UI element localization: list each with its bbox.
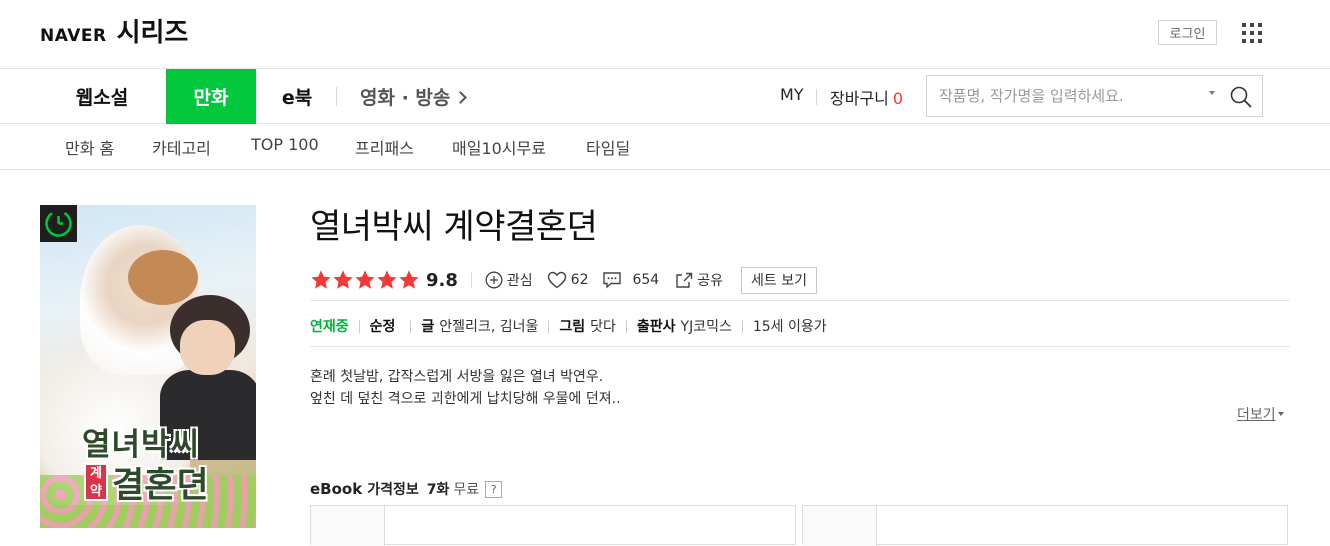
interest-label: 관심 [506,273,533,289]
main-nav: 웹소설 만화 e북 영화 · 방송 MY 장바구니 0 [0,69,1330,124]
search-dropdown-icon[interactable] [1209,91,1215,95]
caret-down-icon [1277,412,1284,416]
publisher-label: 출판사 [636,319,676,335]
synopsis: 혼례 첫날밤, 갑작스럽게 서방을 잃은 열녀 박연우. 엎친 데 덮친 격으로… [310,366,621,410]
tab-movie[interactable]: 영화 · 방송 [360,69,480,124]
age-rating: 15세 이용가 [752,319,827,335]
sub-nav: 만화 홈 카테고리 TOP 100 프리패스 매일10시무료 타임딜 [0,124,1330,170]
like-button[interactable]: 62 [547,271,589,289]
divider [310,300,1290,301]
subnav-daily-free[interactable]: 매일10시무료 [452,135,546,159]
price-option-box[interactable] [802,505,1288,546]
naver-logo-text: NAVER [40,26,107,46]
series-logo-text: 시리즈 [116,18,189,48]
price-info-label: 가격정보 [367,482,419,498]
synopsis-line: 엎친 데 덮친 격으로 괴한에게 납치당해 우물에 던져.. [310,391,621,407]
page-title: 열녀박씨 계약결혼뎐 [310,207,598,247]
clock-icon [45,210,72,237]
ebook-label: eBook [310,480,363,498]
comment-icon [603,272,622,289]
more-label: 더보기 [1237,407,1276,423]
tab-webnovel[interactable]: 웹소설 [52,69,152,124]
genre: 순정 [369,319,396,335]
search-icon[interactable] [1230,86,1252,108]
interest-button[interactable]: 관심 [485,270,533,290]
price-info-heading: eBook 가격정보 7화 무료 ? [310,479,503,499]
free-label: 무료 [453,482,480,498]
writer-label: 글 [421,319,435,335]
share-button[interactable]: 공유 [675,270,723,290]
comment-button[interactable]: 654 [602,271,659,289]
cart-count: 0 [892,89,904,108]
heart-icon [547,271,566,289]
plus-circle-icon [485,271,503,289]
subnav-top100[interactable]: TOP 100 [251,135,319,154]
free-count: 7화 [426,482,450,498]
artist-link[interactable]: 닷다 [590,316,616,336]
grid-icon[interactable] [1242,23,1262,43]
rating-stars [310,269,420,291]
cover-image[interactable]: 열녀박씨 계약 결혼뎐 [40,205,256,528]
subnav-comics-home[interactable]: 만화 홈 [65,135,114,159]
rating-row: 9.8 관심 62 654 공유 세트 보기 [310,266,817,294]
rating-score: 9.8 [426,269,458,291]
login-button[interactable]: 로그인 [1158,20,1217,45]
cart-label: 장바구니 [830,89,889,108]
subnav-timedeal[interactable]: 타임딜 [586,135,630,159]
serial-status: 연재중 [310,319,349,335]
site-logo[interactable]: NAVER 시리즈 [40,12,188,49]
tab-movie-label: 영화 · 방송 [360,87,451,109]
search-input[interactable] [939,86,1199,106]
like-count: 62 [570,272,589,288]
cart-link[interactable]: 장바구니 0 [830,85,903,109]
cover-title-line2: 결혼뎐 [112,466,209,506]
nav-divider [816,89,817,105]
writer-link[interactable]: 안젤리크, 김너울 [439,316,538,336]
share-label: 공유 [697,273,723,289]
nav-divider [336,87,337,106]
my-link[interactable]: MY [780,85,804,104]
star-icon [333,270,353,289]
search-box [926,75,1263,117]
star-icon [377,270,397,289]
cover-title-badge: 계약 [84,463,108,501]
comment-count: 654 [632,272,660,288]
more-button[interactable]: 더보기 [1237,404,1284,424]
subnav-category[interactable]: 카테고리 [152,135,211,159]
star-icon [355,270,375,289]
work-info: 연재중 순정 글 안젤리크, 김너울 그림 닷다 출판사 YJ코믹스 15세 이… [310,316,827,336]
tab-comics[interactable]: 만화 [166,69,256,124]
subnav-freepass[interactable]: 프리패스 [355,135,414,159]
chevron-right-icon [454,90,468,104]
divider [310,346,1290,347]
top-bar: NAVER 시리즈 로그인 [0,0,1330,69]
genre-link[interactable]: 순정 [370,316,401,336]
star-icon [311,270,331,289]
set-view-button[interactable]: 세트 보기 [740,266,817,294]
tab-ebook[interactable]: e북 [268,69,326,124]
synopsis-line: 혼례 첫날밤, 갑작스럽게 서방을 잃은 열녀 박연우. [310,369,604,385]
publisher-link[interactable]: YJ코믹스 [681,316,732,336]
help-icon[interactable]: ? [485,480,503,498]
star-icon [399,270,419,289]
price-option-box[interactable] [310,505,796,546]
share-icon [676,272,693,288]
wait-free-badge [40,205,77,242]
artist-label: 그림 [559,319,586,335]
